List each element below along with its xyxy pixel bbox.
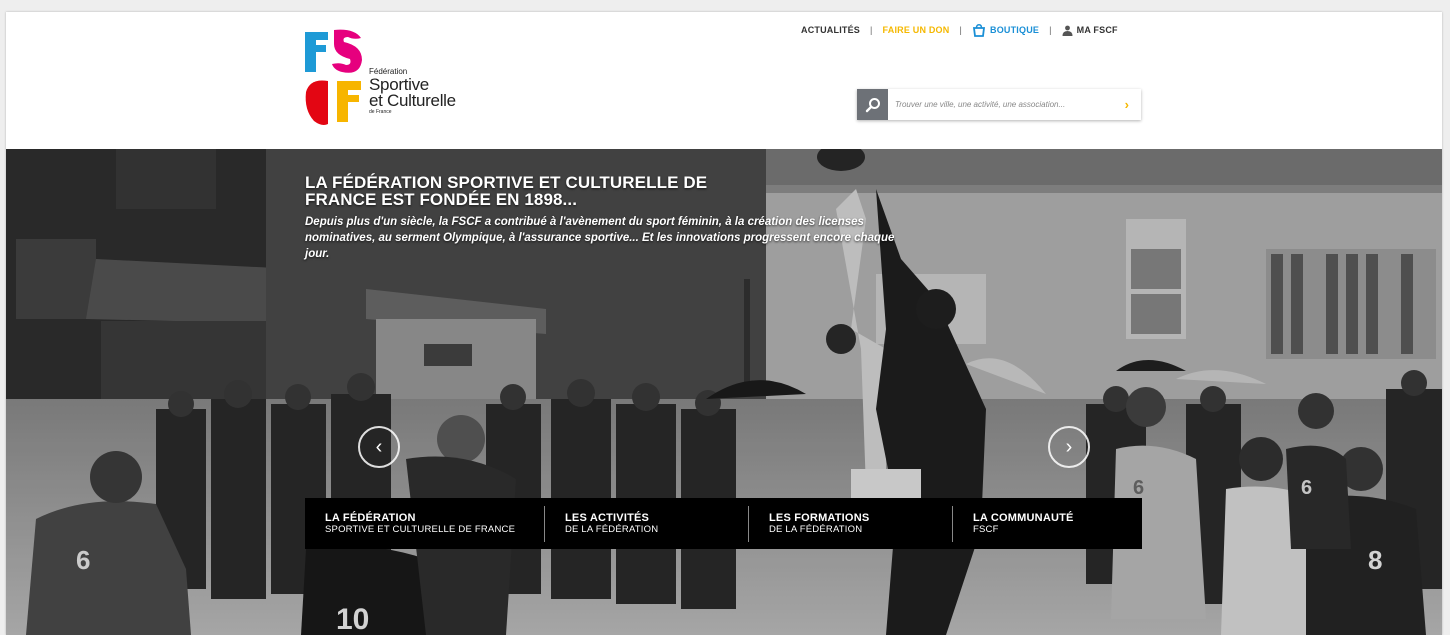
menu-item-title: LES ACTIVITÉS (565, 512, 650, 524)
top-navigation: ACTUALITÉS | FAIRE UN DON | BOUTIQUE | M… (801, 22, 1118, 38)
nav-separator: | (959, 25, 962, 35)
search-bar: › (857, 89, 1141, 120)
menu-item-communaute[interactable]: LA COMMUNAUTÉ FSCF (952, 505, 1142, 542)
logo-line-de-france: de France (369, 109, 392, 115)
page-frame: Fédération Sportive et Culturelle de Fra… (6, 12, 1442, 635)
nav-faire-un-don-link[interactable]: FAIRE UN DON (883, 25, 950, 35)
menu-item-title: LES FORMATIONS (769, 512, 870, 524)
nav-actualites-link[interactable]: ACTUALITÉS (801, 25, 860, 35)
user-icon (1062, 25, 1073, 36)
menu-item-subtitle: DE LA FÉDÉRATION (769, 524, 863, 535)
slider-prev-button[interactable]: ‹ (358, 426, 400, 468)
search-submit-chevron-icon[interactable]: › (1125, 97, 1129, 112)
nav-separator: | (870, 25, 873, 35)
search-icon (865, 97, 880, 112)
nav-boutique-link[interactable]: BOUTIQUE (972, 23, 1040, 37)
fscf-logo-mark (305, 29, 362, 125)
hero-section-menu: LA FÉDÉRATION SPORTIVE ET CULTURELLE DE … (305, 498, 1142, 549)
hero-caption: LA FÉDÉRATION SPORTIVE ET CULTURELLE DE … (305, 174, 925, 262)
menu-item-subtitle: FSCF (973, 524, 999, 535)
hero-slider: 6 10 6 6 8 LA FÉDÉRATION SPORTIVE ET CUL… (6, 149, 1442, 635)
search-input[interactable] (895, 95, 1105, 113)
fscf-logo[interactable]: Fédération Sportive et Culturelle de Fra… (304, 28, 479, 128)
nav-boutique-label: BOUTIQUE (990, 25, 1040, 35)
menu-item-subtitle: DE LA FÉDÉRATION (565, 524, 659, 535)
nav-ma-fscf-label: MA FSCF (1076, 25, 1118, 35)
menu-item-formations[interactable]: LES FORMATIONS DE LA FÉDÉRATION (748, 505, 952, 542)
menu-item-activites[interactable]: LES ACTIVITÉS DE LA FÉDÉRATION (544, 505, 748, 542)
site-header: Fédération Sportive et Culturelle de Fra… (6, 12, 1442, 149)
hero-description: Depuis plus d'un siècle, la FSCF a contr… (305, 216, 895, 260)
menu-item-title: LA FÉDÉRATION (325, 512, 416, 524)
nav-separator: | (1049, 25, 1052, 35)
hero-title: LA FÉDÉRATION SPORTIVE ET CULTURELLE DE … (305, 173, 708, 209)
menu-item-federation[interactable]: LA FÉDÉRATION SPORTIVE ET CULTURELLE DE … (305, 506, 544, 542)
search-button[interactable] (857, 89, 888, 120)
slider-next-button[interactable]: › (1048, 426, 1090, 468)
menu-item-title: LA COMMUNAUTÉ (973, 512, 1074, 524)
chevron-left-icon: ‹ (375, 435, 383, 458)
menu-item-subtitle: SPORTIVE ET CULTURELLE DE FRANCE (325, 524, 516, 535)
chevron-right-icon: › (1065, 435, 1073, 458)
logo-line-culturelle: et Culturelle (369, 91, 456, 110)
logo-wordmark: Fédération Sportive et Culturelle de Fra… (369, 68, 456, 115)
shopping-bag-icon (972, 23, 986, 37)
nav-ma-fscf-link[interactable]: MA FSCF (1062, 25, 1118, 36)
